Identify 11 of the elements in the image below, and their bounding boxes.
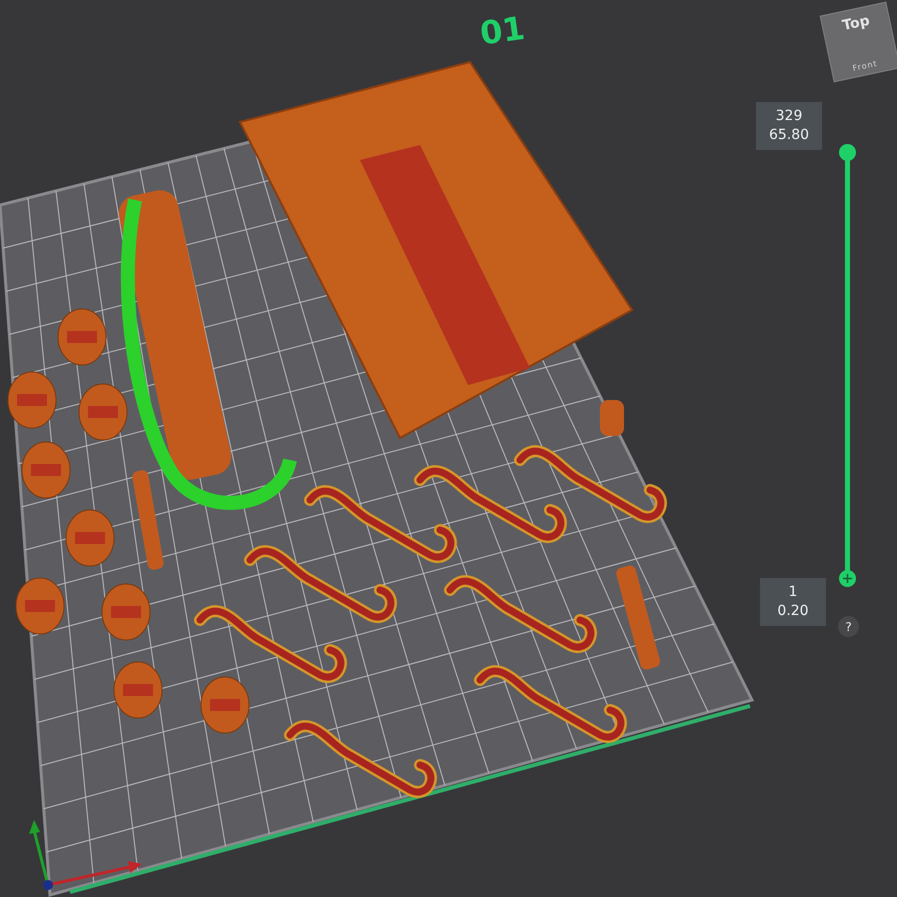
- cube-face-label: Top: [841, 12, 872, 34]
- layer-tooltip: 1 0.20: [760, 578, 826, 626]
- cube-face-label: Front: [852, 58, 878, 73]
- layer-tooltip: 329 65.80: [756, 102, 822, 150]
- view-cube[interactable]: Top Front: [820, 2, 897, 82]
- 3d-viewport[interactable]: 01 Top Front 329 65.80 1 0.20 ?: [0, 0, 897, 897]
- plus-icon: [843, 574, 852, 583]
- help-button[interactable]: ?: [838, 616, 859, 637]
- slider-handle[interactable]: [839, 570, 856, 587]
- plate-number-label: 01: [478, 8, 528, 53]
- slider-handle[interactable]: [839, 144, 856, 161]
